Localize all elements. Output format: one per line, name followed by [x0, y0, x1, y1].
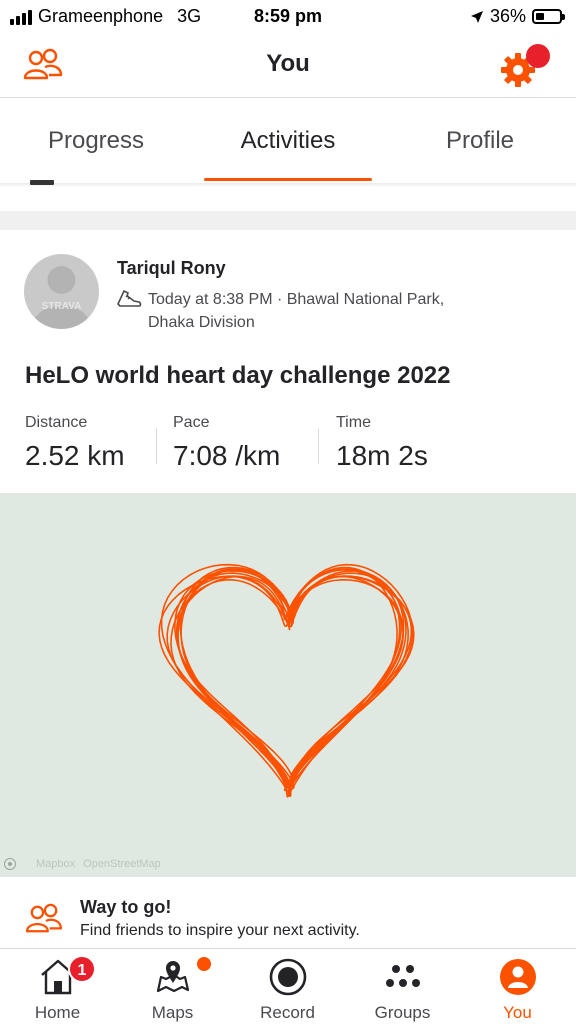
friends-icon [25, 903, 63, 933]
record-icon [269, 958, 307, 996]
nav-label: Groups [374, 1003, 431, 1022]
app-header: You [0, 32, 576, 98]
nav-label: Maps [151, 1003, 194, 1022]
avatar-placeholder-icon: STRAVA [32, 266, 91, 329]
nav-label: You [503, 1003, 532, 1022]
nav-label: Record [260, 1003, 315, 1022]
status-bar-right: 36% [470, 6, 565, 27]
stat-value: 7:08 /km [173, 440, 281, 471]
settings-button[interactable] [498, 44, 554, 87]
tab-activities[interactable]: Activities [192, 99, 384, 183]
route-map[interactable]: Mapbox OpenStreetMap [0, 493, 576, 877]
avatar-watermark: STRAVA [42, 301, 82, 312]
profile-icon [500, 959, 536, 995]
route-lap [180, 568, 401, 795]
attribution-mapbox[interactable]: Mapbox [36, 858, 75, 870]
status-bar: Grameenphone 3G 8:59 pm 36% [0, 0, 576, 32]
previous-card-remnant [30, 180, 54, 185]
stat-label: Time [336, 414, 371, 431]
stat-pace: Pace 7:08 /km [173, 414, 280, 472]
activity-title[interactable]: HeLO world heart day challenge 2022 [25, 362, 450, 390]
activity-time-location: Today at 8:38 PM · Bhawal National Park, [148, 291, 445, 308]
nav-record[interactable]: Record [230, 949, 345, 1024]
groups-icon [386, 965, 420, 987]
find-friends-promo[interactable]: Way to go! Find friends to inspire your … [0, 877, 576, 947]
location-arrow-icon [470, 10, 483, 23]
route-lap [177, 568, 402, 798]
stat-value: 18m 2s [336, 440, 428, 471]
stat-label: Pace [173, 414, 210, 431]
promo-title: Way to go! [80, 897, 172, 917]
stat-value: 2.52 km [25, 440, 125, 471]
feed-separator [0, 211, 576, 230]
stat-label: Distance [25, 414, 88, 431]
maps-update-dot [197, 957, 211, 971]
route-polyline [158, 563, 415, 798]
mapbox-logo-icon [4, 858, 16, 870]
route-lap [170, 579, 405, 792]
activity-meta: Today at 8:38 PM · Bhawal National Park,… [148, 288, 468, 334]
battery-level-fill [536, 13, 544, 20]
avatar[interactable]: STRAVA [24, 254, 99, 329]
nav-groups[interactable]: Groups [345, 949, 460, 1024]
tab-divider [0, 183, 576, 187]
battery-icon [532, 9, 565, 24]
athlete-name[interactable]: Tariqul Rony [117, 258, 226, 279]
notification-dot [526, 44, 550, 68]
promo-text: Find friends to inspire your next activi… [80, 922, 360, 939]
stat-divider [156, 428, 157, 464]
map-attribution: Mapbox OpenStreetMap [4, 858, 161, 870]
attribution-osm[interactable]: OpenStreetMap [83, 858, 161, 870]
map-pin-icon [156, 961, 190, 993]
stat-divider [318, 428, 319, 464]
tab-progress[interactable]: Progress [0, 99, 192, 183]
bottom-navigation: 1 Home Maps Record Groups You [0, 948, 576, 1024]
nav-home[interactable]: 1 Home [0, 949, 115, 1024]
route-lap [160, 563, 414, 796]
nav-you[interactable]: You [460, 949, 575, 1024]
page-title: You [266, 50, 310, 77]
nav-maps[interactable]: Maps [115, 949, 230, 1024]
nav-label: Home [34, 1003, 81, 1022]
stat-time: Time 18m 2s [336, 414, 428, 472]
battery-percent: 36% [489, 6, 526, 26]
activity-region: Dhaka Division [148, 314, 255, 331]
notification-badge: 1 [68, 955, 96, 983]
activity-stats: Distance 2.52 km Pace 7:08 /km Time 18m … [25, 414, 565, 484]
run-shoe-icon [117, 290, 142, 307]
route-lap [177, 568, 405, 796]
route-lap [179, 566, 398, 798]
profile-tabs: Progress Activities Profile [0, 99, 576, 183]
stat-distance: Distance 2.52 km [25, 414, 125, 472]
tab-profile[interactable]: Profile [384, 99, 576, 183]
